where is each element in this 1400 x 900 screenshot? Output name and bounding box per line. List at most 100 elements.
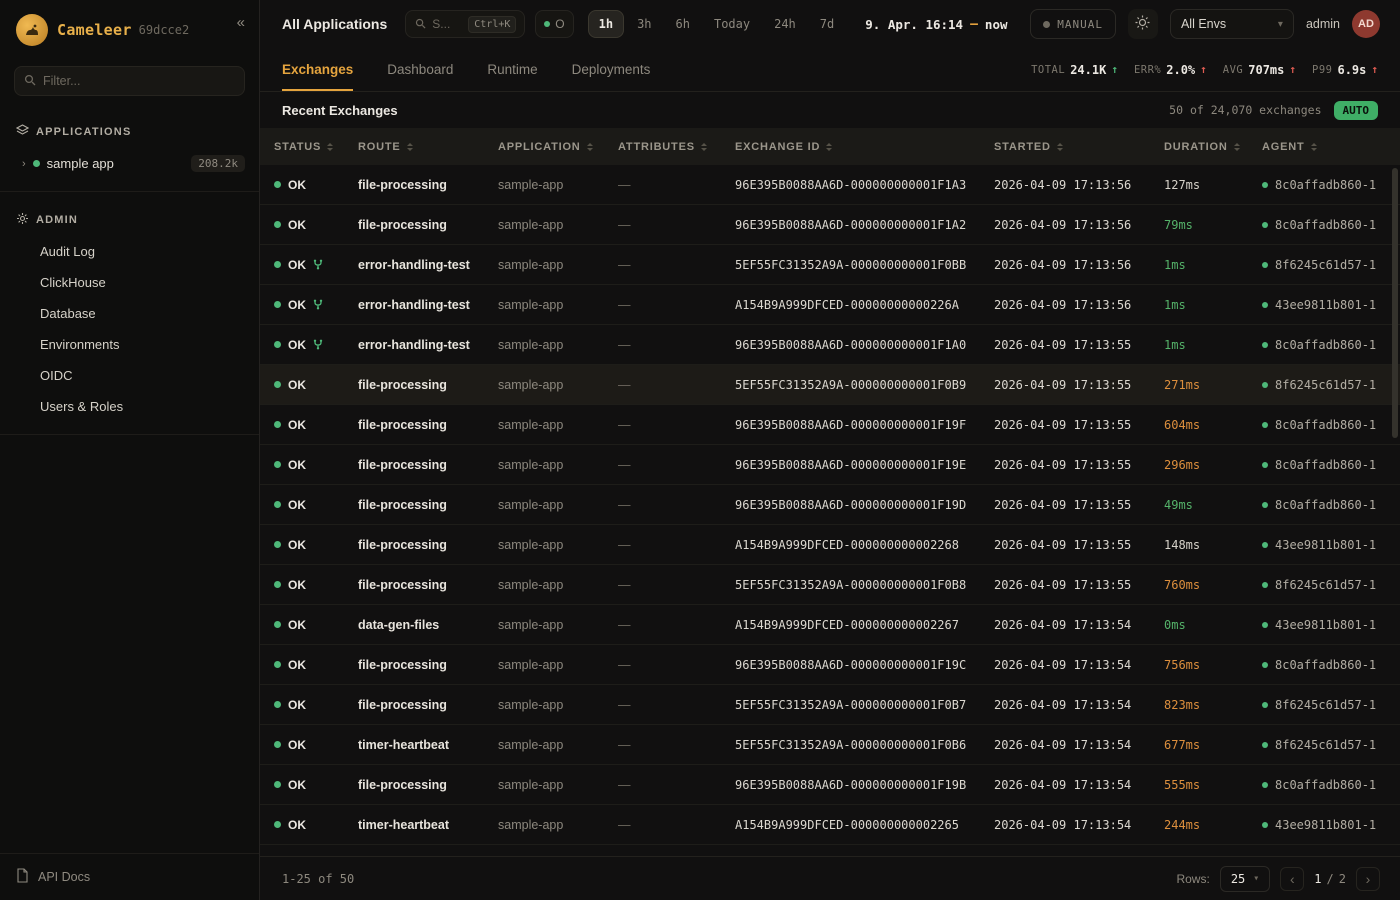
table-row[interactable]: OKfile-processingsample-app—5EF55FC31352…: [260, 565, 1400, 605]
duration-cell: 823ms: [1164, 698, 1262, 712]
time-display[interactable]: 9. Apr. 16:14 — now: [865, 17, 1007, 32]
sidebar-collapse-button[interactable]: «: [237, 14, 245, 31]
table-row[interactable]: OKfile-processingsample-app—96E395B0088A…: [260, 405, 1400, 445]
column-header-attributes[interactable]: ATTRIBUTES: [618, 141, 735, 153]
duration-cell: 555ms: [1164, 778, 1262, 792]
time-range-1h[interactable]: 1h: [588, 10, 624, 38]
time-range-7d[interactable]: 7d: [809, 10, 845, 38]
rows-per-page-select[interactable]: 25 ▾: [1220, 866, 1270, 892]
sun-icon: [1135, 15, 1150, 33]
table-row[interactable]: OKfile-processingsample-app—A154B9A999DF…: [260, 525, 1400, 565]
exchange-id-cell: A154B9A999DFCED-000000000002268: [735, 538, 994, 552]
table-row[interactable]: OKerror-handling-testsample-app—A154B9A9…: [260, 285, 1400, 325]
time-range-24h[interactable]: 24h: [763, 10, 807, 38]
avatar[interactable]: AD: [1352, 10, 1380, 38]
rows-per-page-label: Rows:: [1176, 872, 1209, 886]
auto-refresh-badge[interactable]: AUTO: [1334, 101, 1379, 120]
page-separator: /: [1327, 872, 1334, 886]
theme-toggle-button[interactable]: [1128, 9, 1158, 39]
online-indicator[interactable]: O: [535, 10, 573, 38]
tab-deployments[interactable]: Deployments: [572, 48, 651, 91]
table-row[interactable]: OKfile-processingsample-app—5EF55FC31352…: [260, 365, 1400, 405]
column-header-application[interactable]: APPLICATION: [498, 141, 618, 153]
sidebar-filter-input[interactable]: [43, 74, 235, 88]
time-range-3h[interactable]: 3h: [626, 10, 662, 38]
started-cell: 2026-04-09 17:13:54: [994, 658, 1164, 672]
attributes-cell: —: [618, 418, 735, 432]
exchange-id-cell: 96E395B0088AA6D-000000000001F1A3: [735, 178, 994, 192]
sidebar-item-database[interactable]: Database: [0, 298, 259, 329]
attributes-cell: —: [618, 338, 735, 352]
time-range-today[interactable]: Today: [703, 10, 761, 38]
status-cell: OK: [274, 618, 358, 632]
route-cell: file-processing: [358, 178, 498, 192]
route-cell: file-processing: [358, 218, 498, 232]
table-row[interactable]: OKerror-handling-testsample-app—96E395B0…: [260, 325, 1400, 365]
application-cell: sample-app: [498, 218, 618, 232]
started-cell: 2026-04-09 17:13:55: [994, 418, 1164, 432]
sidebar-item-sample-app[interactable]: › sample app 208.2k: [0, 148, 259, 179]
agent-dot-icon: [1262, 382, 1268, 388]
api-docs-link[interactable]: API Docs: [0, 853, 259, 900]
sidebar-item-environments[interactable]: Environments: [0, 329, 259, 360]
table-row[interactable]: OKfile-processingsample-app—96E395B0088A…: [260, 485, 1400, 525]
started-cell: 2026-04-09 17:13:55: [994, 578, 1164, 592]
sidebar-item-users-roles[interactable]: Users & Roles: [0, 391, 259, 422]
column-header-duration[interactable]: DURATION: [1164, 141, 1262, 153]
agent-cell: 43ee9811b801-1: [1262, 298, 1400, 312]
sidebar-item-audit-log[interactable]: Audit Log: [0, 236, 259, 267]
table-row[interactable]: OKfile-processingsample-app—96E395B0088A…: [260, 645, 1400, 685]
manual-refresh-button[interactable]: MANUAL: [1030, 9, 1116, 39]
route-cell: timer-heartbeat: [358, 738, 498, 752]
status-ok-dot-icon: [274, 701, 281, 708]
next-page-button[interactable]: ›: [1356, 867, 1380, 891]
column-header-agent[interactable]: AGENT: [1262, 141, 1400, 153]
column-header-started[interactable]: STARTED: [994, 141, 1164, 153]
agent-dot-icon: [1262, 182, 1268, 188]
sidebar-item-oidc[interactable]: OIDC: [0, 360, 259, 391]
status-cell: OK: [274, 298, 358, 312]
table-row[interactable]: OKfile-processingsample-app—96E395B0088A…: [260, 445, 1400, 485]
table-row[interactable]: OKerror-handling-testsample-app—5EF55FC3…: [260, 245, 1400, 285]
sort-icon: [1311, 143, 1317, 151]
time-separator: —: [970, 17, 978, 32]
column-header-exchange-id[interactable]: EXCHANGE ID: [735, 141, 994, 153]
table-row[interactable]: OKtimer-heartbeatsample-app—A154B9A999DF…: [260, 805, 1400, 845]
application-cell: sample-app: [498, 578, 618, 592]
agent-cell: 8f6245c61d57-1: [1262, 578, 1400, 592]
started-cell: 2026-04-09 17:13:55: [994, 498, 1164, 512]
sidebar-item-clickhouse[interactable]: ClickHouse: [0, 267, 259, 298]
table-row[interactable]: OKfile-processingsample-app—96E395B0088A…: [260, 205, 1400, 245]
table-row[interactable]: OKtimer-heartbeatsample-app—5EF55FC31352…: [260, 725, 1400, 765]
column-header-route[interactable]: ROUTE: [358, 141, 498, 153]
exchange-id-cell: A154B9A999DFCED-000000000002267: [735, 618, 994, 632]
column-header-status[interactable]: STATUS: [274, 141, 358, 153]
table-row[interactable]: OKfile-processingsample-app—5EF55FC31352…: [260, 685, 1400, 725]
sidebar-header: Cameleer 69dcce2 «: [0, 0, 259, 56]
route-cell: file-processing: [358, 418, 498, 432]
total-pages: 2: [1339, 872, 1346, 886]
scrollbar[interactable]: [1392, 168, 1398, 438]
sort-icon: [327, 143, 333, 151]
exchange-count-summary: 50 of 24,070 exchanges: [1169, 103, 1321, 117]
status-ok-dot-icon: [274, 341, 281, 348]
table-row[interactable]: OKfile-processingsample-app—96E395B0088A…: [260, 765, 1400, 805]
tab-dashboard[interactable]: Dashboard: [387, 48, 453, 91]
table-row[interactable]: OKdata-gen-filessample-app—A154B9A999DFC…: [260, 605, 1400, 645]
status-cell: OK: [274, 498, 358, 512]
tab-exchanges[interactable]: Exchanges: [282, 48, 353, 91]
route-cell: error-handling-test: [358, 338, 498, 352]
global-search-input[interactable]: [432, 17, 462, 31]
started-cell: 2026-04-09 17:13:54: [994, 698, 1164, 712]
prev-page-button[interactable]: ‹: [1280, 867, 1304, 891]
stat-err: ERR%2.0%↑: [1134, 63, 1207, 77]
status-ok-dot-icon: [274, 501, 281, 508]
time-range-6h[interactable]: 6h: [665, 10, 701, 38]
exchange-id-cell: 96E395B0088AA6D-000000000001F19F: [735, 418, 994, 432]
trend-up-icon: ↑: [1289, 63, 1296, 76]
env-select[interactable]: All Envs ▾: [1170, 9, 1294, 39]
table-section-header: Recent Exchanges 50 of 24,070 exchanges …: [260, 92, 1400, 128]
table-row[interactable]: OKfile-processingsample-app—96E395B0088A…: [260, 165, 1400, 205]
tab-runtime[interactable]: Runtime: [487, 48, 537, 91]
attributes-cell: —: [618, 618, 735, 632]
